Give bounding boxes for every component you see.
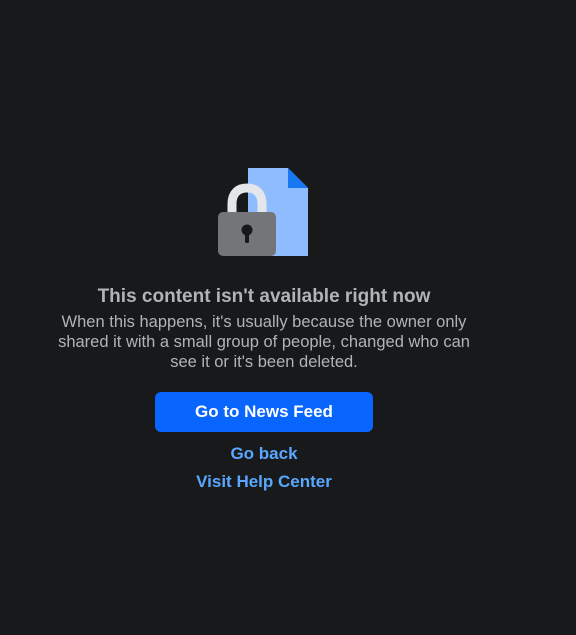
go-back-link[interactable]: Go back [0,444,528,464]
locked-content-illustration [216,166,310,258]
visit-help-center-link[interactable]: Visit Help Center [0,472,528,492]
page-title: This content isn't available right now [97,286,431,307]
content-unavailable-page: This content isn't available right now W… [0,0,576,635]
go-to-news-feed-button[interactable]: Go to News Feed [155,392,373,432]
page-description: When this happens, it's usually because … [58,313,470,371]
